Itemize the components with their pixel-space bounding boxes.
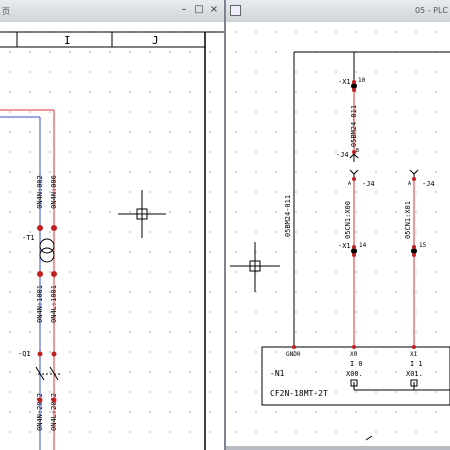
wires bbox=[0, 109, 55, 450]
crosshair-cursor-icon bbox=[118, 190, 166, 238]
left-window-controls: – □ × bbox=[178, 4, 220, 16]
wire-label: 0N4N:006 bbox=[50, 175, 58, 209]
window-bottom-border bbox=[226, 446, 450, 450]
plc-pin-label: GND0 bbox=[286, 351, 301, 358]
plc-address-label: X01. bbox=[406, 370, 423, 378]
wire-label: 05CN1:X00 bbox=[344, 201, 352, 239]
terminal-x1-14[interactable] bbox=[351, 245, 357, 257]
transformer-label: -T1 bbox=[22, 234, 35, 242]
left-drawing-canvas[interactable]: I J 0N4N:002 0N4N:006 0N4N:1001 0N4L:100… bbox=[0, 22, 224, 450]
wire-label: 05CN1:X01 bbox=[404, 201, 412, 239]
wire-label: 0N4N:002 bbox=[36, 175, 44, 209]
terminal-x1-10[interactable] bbox=[351, 80, 357, 92]
switch-label: -Q1 bbox=[18, 350, 31, 358]
restore-button[interactable]: □ bbox=[193, 4, 205, 16]
plc-address-label: X00. bbox=[346, 370, 363, 378]
crosshair-cursor-icon bbox=[230, 242, 280, 292]
plc-model: CF2N-18MT-2T bbox=[270, 389, 328, 398]
right-schematic-window[interactable]: 05 - PLC -X1 10 05BM24-011 -J4 B -J4 A -… bbox=[226, 0, 450, 450]
plc-pin-label: X0 bbox=[350, 351, 358, 358]
left-window-title: 页 bbox=[2, 7, 10, 16]
pin-letter: A bbox=[408, 181, 411, 187]
wire-label: 05BM24-011 bbox=[350, 105, 358, 147]
pin-letter: B bbox=[356, 148, 359, 154]
connector-j4-a-left[interactable] bbox=[349, 169, 359, 181]
minimize-button[interactable]: – bbox=[178, 4, 190, 16]
connector-label: -J4 bbox=[362, 180, 375, 188]
wire-label: 05BM24-011 bbox=[284, 195, 292, 237]
pin-number: 15 bbox=[419, 242, 427, 249]
plc-pin-label: X1 bbox=[410, 351, 418, 358]
wires bbox=[293, 51, 450, 391]
terminal-x1-15[interactable] bbox=[411, 245, 417, 257]
pin-letter: A bbox=[348, 181, 351, 187]
plc-input-label: I 1 bbox=[410, 360, 423, 368]
ruler-col-j: J bbox=[152, 34, 159, 47]
plc-device-tag: -N1 bbox=[270, 369, 285, 378]
pin-number: 10 bbox=[358, 77, 366, 84]
connector-label: -J4 bbox=[336, 151, 349, 159]
wire-label: 0N4L:1001 bbox=[50, 285, 58, 323]
connector-j4-a-right[interactable] bbox=[409, 169, 419, 181]
close-button[interactable]: × bbox=[208, 4, 220, 16]
terminal-label: -X1 bbox=[338, 78, 351, 86]
connector-label: -J4 bbox=[422, 180, 435, 188]
right-drawing-canvas[interactable]: -X1 10 05BM24-011 -J4 B -J4 A -J4 A 05CN… bbox=[226, 22, 450, 448]
right-window-title: 05 - PLC bbox=[414, 6, 448, 15]
right-window-titlebar[interactable]: 05 - PLC bbox=[226, 0, 450, 23]
window-icon bbox=[230, 5, 241, 16]
ruler-col-i: I bbox=[64, 34, 71, 47]
plc-input-label: I 0 bbox=[350, 360, 363, 368]
left-schematic-window[interactable]: 页 – □ × I J 0N4N:002 0N4N:006 0N4N:1001 … bbox=[0, 0, 226, 450]
terminal-label: -X1 bbox=[338, 242, 351, 250]
wire-label: 0N4N:1001 bbox=[36, 285, 44, 323]
left-schematic-svg: I J 0N4N:002 0N4N:006 0N4N:1001 0N4L:100… bbox=[0, 31, 224, 450]
pin-number: 14 bbox=[359, 242, 367, 249]
left-window-titlebar[interactable]: 页 – □ × bbox=[0, 0, 224, 23]
plc-schematic-svg: -X1 10 05BM24-011 -J4 B -J4 A -J4 A 05CN… bbox=[230, 51, 450, 441]
